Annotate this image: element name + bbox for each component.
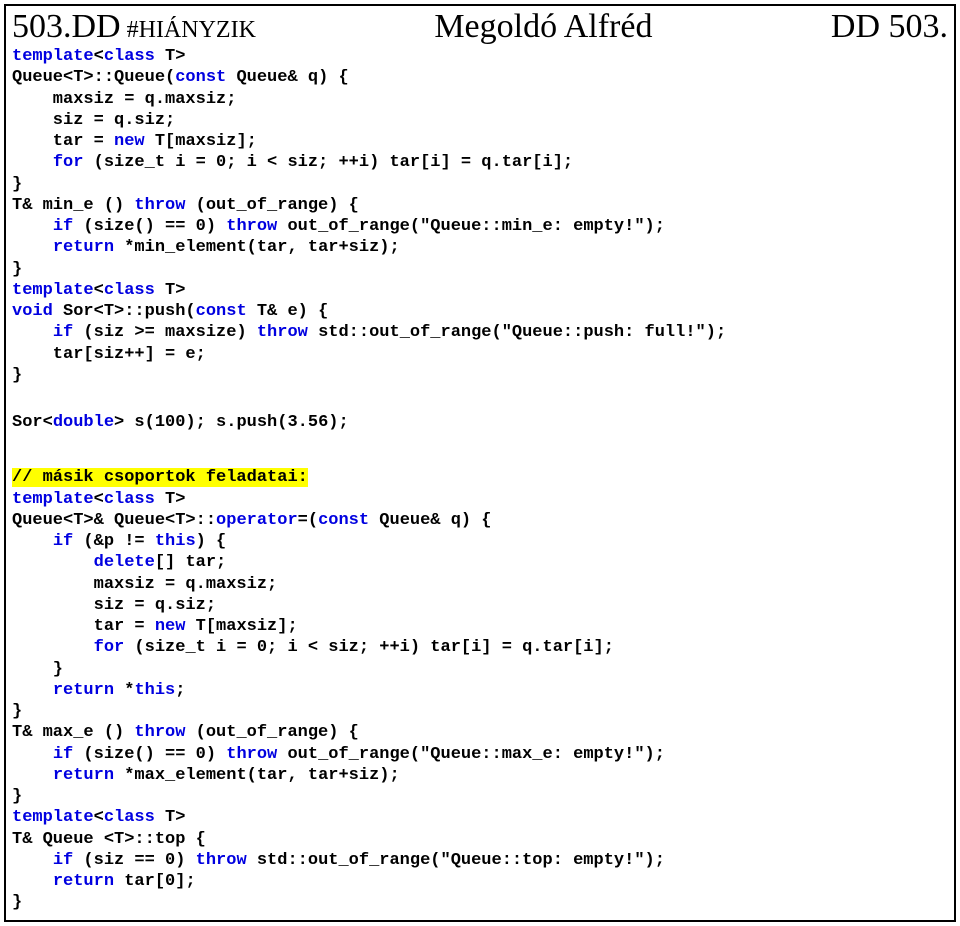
kw-throw: throw [134, 723, 185, 742]
kw-const: const [196, 302, 247, 321]
kw-operator: operator [216, 511, 298, 530]
kw-throw: throw [257, 323, 308, 342]
kw-void: void [12, 302, 53, 321]
page-header: 503.DD #HIÁNYZIK Megoldó Alfréd DD 503. [6, 6, 954, 46]
kw-throw: throw [226, 217, 277, 236]
kw-if: if [53, 745, 73, 764]
kw-for: for [94, 638, 125, 657]
kw-class: class [104, 808, 155, 827]
kw-class: class [104, 281, 155, 300]
kw-throw: throw [134, 196, 185, 215]
kw-return: return [53, 238, 114, 257]
kw-this: this [155, 532, 196, 551]
kw-const: const [318, 511, 369, 530]
kw-template: template [12, 490, 94, 509]
kw-for: for [53, 153, 84, 172]
kw-return: return [53, 681, 114, 700]
kw-if: if [53, 532, 73, 551]
kw-if: if [53, 217, 73, 236]
header-left-tag: #HIÁNYZIK [121, 17, 256, 43]
gap [6, 392, 954, 412]
kw-return: return [53, 766, 114, 785]
header-center: Megoldó Alfréd [256, 8, 831, 46]
kw-class: class [104, 47, 155, 66]
kw-this: this [134, 681, 175, 700]
kw-template: template [12, 47, 94, 66]
kw-class: class [104, 490, 155, 509]
gap [6, 439, 954, 467]
code-block-2: Sor<double> s(100); s.push(3.56); [6, 412, 954, 439]
kw-throw: throw [196, 851, 247, 870]
header-left-num: 503.DD [12, 8, 121, 45]
kw-template: template [12, 808, 94, 827]
code-block-1: template<class T> Queue<T>::Queue(const … [6, 46, 954, 392]
header-left: 503.DD #HIÁNYZIK [12, 8, 256, 46]
kw-double: double [53, 413, 114, 432]
kw-const: const [175, 68, 226, 87]
page-frame: 503.DD #HIÁNYZIK Megoldó Alfréd DD 503. … [4, 4, 956, 922]
kw-delete: delete [94, 553, 155, 572]
kw-new: new [155, 617, 186, 636]
kw-if: if [53, 323, 73, 342]
kw-throw: throw [226, 745, 277, 764]
highlight-comment: // másik csoportok feladatai: [12, 468, 308, 487]
kw-template: template [12, 281, 94, 300]
header-right: DD 503. [831, 8, 948, 46]
kw-new: new [114, 132, 145, 151]
code-block-3: // másik csoportok feladatai: template<c… [6, 467, 954, 919]
kw-return: return [53, 872, 114, 891]
kw-if: if [53, 851, 73, 870]
